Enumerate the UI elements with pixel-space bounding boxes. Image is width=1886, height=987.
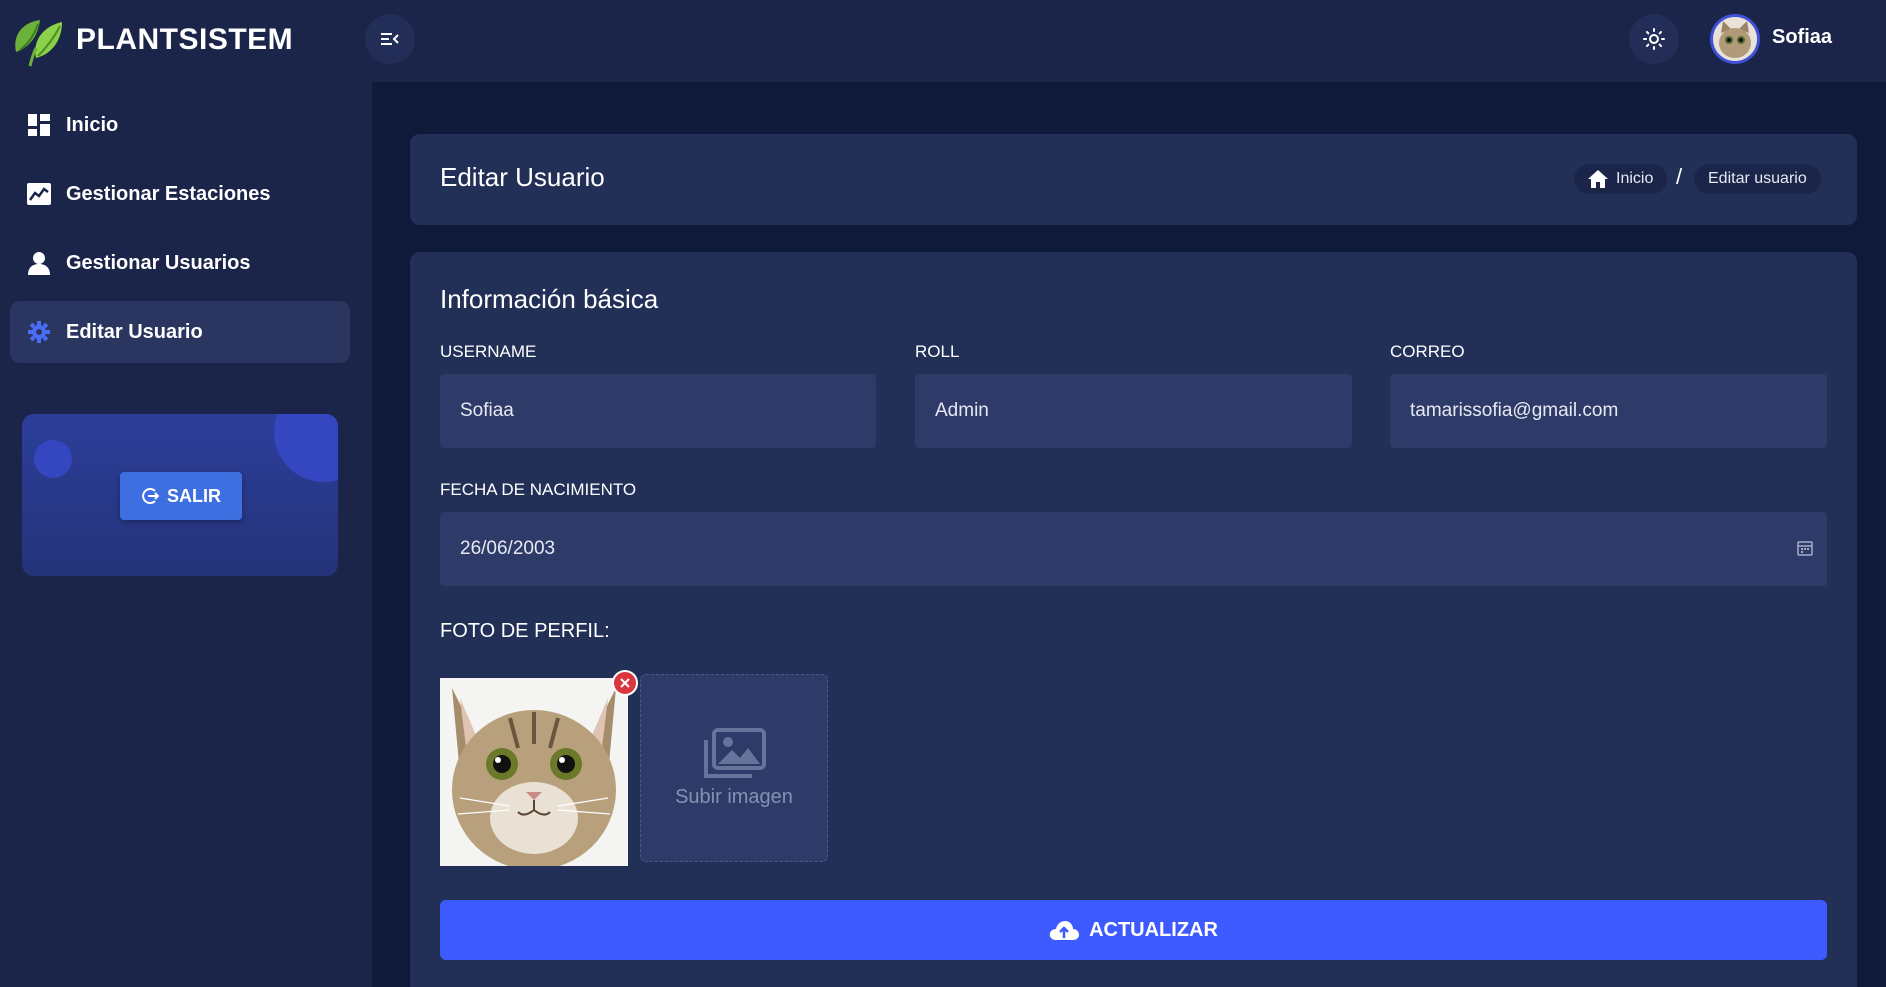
username-label: USERNAME [440, 342, 537, 361]
decorative-circle [274, 414, 338, 482]
breadcrumb-current: Editar usuario [1694, 164, 1821, 194]
user-name[interactable]: Sofiaa [1772, 26, 1832, 49]
profile-photo [440, 678, 628, 866]
edit-user-form: Información básica USERNAME Sofiaa ROLL … [410, 252, 1857, 987]
menu-toggle-button[interactable] [365, 14, 415, 64]
upload-text: Subir imagen [675, 785, 793, 808]
theme-toggle-button[interactable] [1629, 14, 1679, 64]
page-header: Editar Usuario Inicio / Editar usuario [410, 134, 1857, 225]
dashboard-icon [26, 112, 52, 138]
menu-collapse-icon [381, 33, 399, 45]
avatar[interactable] [1710, 14, 1760, 64]
email-field[interactable]: tamarissofia@gmail.com [1390, 374, 1827, 448]
sidebar-item-inicio[interactable]: Inicio [10, 94, 350, 156]
update-label: ACTUALIZAR [1089, 918, 1218, 941]
logout-button[interactable]: SALIR [120, 472, 242, 520]
breadcrumb-home[interactable]: Inicio [1574, 164, 1668, 194]
logout-icon [142, 488, 159, 504]
sidebar-item-gestionar-estaciones[interactable]: Gestionar Estaciones [10, 163, 350, 225]
upload-image-dropzone[interactable]: Subir imagen [640, 674, 828, 862]
sidebar-item-label: Gestionar Usuarios [66, 251, 251, 274]
email-value: tamarissofia@gmail.com [1410, 400, 1619, 421]
breadcrumb-home-label: Inicio [1616, 170, 1654, 187]
calendar-icon[interactable] [1797, 540, 1813, 556]
photo-label: FOTO DE PERFIL: [440, 620, 610, 642]
images-icon [704, 727, 766, 778]
birthdate-field[interactable]: 26/06/2003 [440, 512, 1827, 586]
birthdate-value: 26/06/2003 [460, 538, 556, 559]
chart-icon [26, 181, 52, 207]
brand-name: PLANTSISTEM [76, 23, 294, 56]
logout-label: SALIR [167, 485, 221, 506]
logout-card: SALIR [22, 414, 338, 576]
top-bar: PLANTSISTEM Sofiaa [0, 0, 1886, 82]
leaf-logo-icon [15, 20, 62, 67]
section-title: Información básica [440, 284, 659, 314]
sidebar-item-label: Gestionar Estaciones [66, 182, 271, 205]
cloud-upload-icon [1049, 921, 1080, 940]
cat-photo-icon [440, 678, 628, 866]
sun-icon [1643, 28, 1665, 50]
breadcrumb-current-label: Editar usuario [1708, 170, 1807, 187]
page-title: Editar Usuario [440, 162, 605, 192]
update-button[interactable]: ACTUALIZAR [440, 900, 1827, 960]
roll-value: Admin [935, 400, 989, 421]
remove-photo-button[interactable] [612, 670, 638, 696]
decorative-circle [34, 440, 72, 478]
cat-avatar-icon [1713, 17, 1757, 61]
gear-icon [26, 319, 52, 345]
user-icon [26, 250, 52, 276]
sidebar-item-gestionar-usuarios[interactable]: Gestionar Usuarios [10, 232, 350, 294]
home-icon [1588, 170, 1608, 188]
roll-label: ROLL [915, 342, 960, 361]
close-icon [620, 678, 630, 688]
brand[interactable]: PLANTSISTEM [10, 12, 293, 68]
sidebar-item-editar-usuario[interactable]: Editar Usuario [10, 301, 350, 363]
roll-field[interactable]: Admin [915, 374, 1352, 448]
birthdate-label: FECHA DE NACIMIENTO [440, 480, 637, 499]
sidebar: Inicio Gestionar Estaciones Gestionar Us… [0, 82, 372, 987]
sidebar-item-label: Editar Usuario [66, 320, 203, 343]
sidebar-item-label: Inicio [66, 113, 119, 136]
username-value: Sofiaa [460, 400, 514, 421]
correo-label: CORREO [1390, 342, 1465, 361]
breadcrumb-separator: / [1676, 164, 1683, 189]
username-field[interactable]: Sofiaa [440, 374, 876, 448]
